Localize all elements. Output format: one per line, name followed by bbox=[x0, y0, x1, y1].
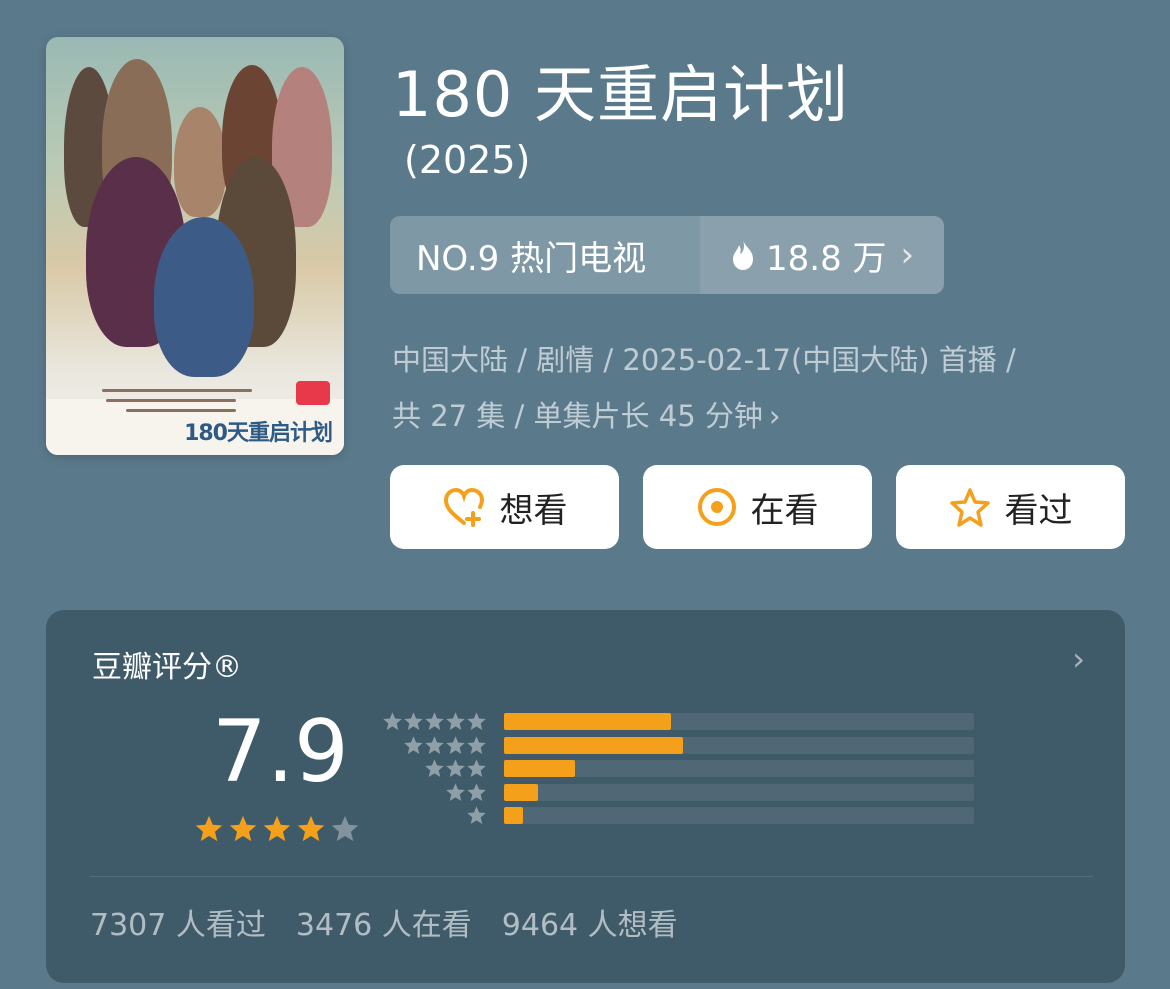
star-icon bbox=[425, 735, 444, 754]
distribution-track bbox=[504, 760, 974, 777]
distribution-bar bbox=[504, 807, 523, 824]
distribution-stars bbox=[466, 805, 487, 826]
chevron-right-icon: › bbox=[768, 399, 781, 433]
poster-badge bbox=[296, 381, 330, 405]
star-icon bbox=[467, 735, 486, 754]
star-icon bbox=[446, 735, 465, 754]
distribution-track bbox=[504, 783, 974, 801]
distribution-row bbox=[382, 710, 982, 734]
star-icon bbox=[229, 815, 257, 842]
star-icon bbox=[331, 815, 359, 842]
rank-banner[interactable]: NO.9 热门电视 18.8 万 › bbox=[390, 216, 944, 294]
star-icon bbox=[467, 759, 486, 777]
heat-count[interactable]: 18.8 万 › bbox=[700, 216, 944, 294]
distribution-row bbox=[382, 757, 982, 781]
distribution-row bbox=[382, 734, 982, 758]
distribution-track bbox=[504, 807, 974, 824]
rating-stars bbox=[194, 814, 360, 844]
poster-logo: 180天重启计划 bbox=[184, 421, 333, 446]
rank-label: NO.9 热门电视 bbox=[390, 216, 700, 294]
poster-figure bbox=[174, 107, 226, 217]
star-icon bbox=[297, 815, 325, 842]
meta-line-1: 中国大陆 / 剧情 / 2025-02-17(中国大陆) 首播 / bbox=[392, 343, 1016, 377]
watching-button[interactable]: 在看 bbox=[643, 465, 872, 549]
show-meta[interactable]: 中国大陆 / 剧情 / 2025-02-17(中国大陆) 首播 / 共 27 集… bbox=[392, 332, 1132, 444]
distribution-bar bbox=[504, 783, 538, 801]
want-to-watch-label: 想看 bbox=[499, 490, 568, 531]
star-icon bbox=[446, 759, 465, 777]
page-title: 180 天重启计划 bbox=[392, 58, 850, 131]
star-icon bbox=[446, 712, 465, 730]
meta-line-2: 共 27 集 / 单集片长 45 分钟 › bbox=[392, 388, 1132, 444]
star-icon bbox=[383, 712, 402, 730]
want-to-watch-button[interactable]: 想看 bbox=[390, 465, 619, 549]
star-outline-icon bbox=[949, 488, 990, 527]
chevron-right-icon[interactable]: › bbox=[1072, 640, 1085, 678]
star-icon bbox=[195, 815, 223, 842]
rating-panel[interactable]: 豆瓣评分® › 7.9 7307 人看过 3476 人在看 9464 人想看 bbox=[46, 610, 1125, 983]
distribution-bar bbox=[504, 736, 683, 754]
watching-count[interactable]: 3476 人在看 bbox=[296, 900, 472, 944]
watched-count[interactable]: 7307 人看过 bbox=[90, 900, 266, 944]
rating-title: 豆瓣评分® bbox=[92, 650, 242, 685]
distribution-row bbox=[382, 781, 982, 805]
target-icon bbox=[697, 488, 736, 526]
rating-score: 7.9 bbox=[212, 702, 349, 802]
distribution-stars bbox=[445, 782, 487, 803]
heat-value: 18.8 万 bbox=[766, 238, 887, 279]
distribution-track bbox=[504, 713, 974, 730]
distribution-row bbox=[382, 804, 982, 828]
distribution-bar bbox=[504, 713, 671, 730]
watched-label: 看过 bbox=[1004, 490, 1073, 531]
want-count[interactable]: 9464 人想看 bbox=[502, 900, 678, 944]
watched-button[interactable]: 看过 bbox=[896, 465, 1125, 549]
watch-stats: 7307 人看过 3476 人在看 9464 人想看 bbox=[90, 900, 678, 944]
distribution-bar bbox=[504, 760, 576, 777]
star-icon bbox=[425, 759, 444, 777]
star-icon bbox=[425, 712, 444, 730]
distribution-stars bbox=[382, 711, 487, 732]
star-icon bbox=[467, 782, 486, 801]
chevron-right-icon: › bbox=[900, 235, 915, 275]
distribution-track bbox=[504, 736, 974, 754]
flame-icon bbox=[733, 240, 753, 270]
heart-plus-icon bbox=[443, 487, 484, 527]
poster-credit-line bbox=[126, 409, 236, 412]
divider bbox=[90, 876, 1093, 877]
watching-label: 在看 bbox=[750, 490, 819, 531]
action-buttons: 想看 在看 看过 bbox=[390, 465, 1125, 549]
rating-distribution bbox=[382, 710, 982, 828]
star-icon bbox=[404, 735, 423, 754]
poster-image[interactable]: 180天重启计划 bbox=[46, 37, 344, 455]
star-icon bbox=[467, 806, 486, 824]
star-icon bbox=[467, 712, 486, 730]
poster-figure bbox=[154, 217, 254, 377]
meta-line-2-text: 共 27 集 / 单集片长 45 分钟 bbox=[392, 399, 763, 433]
star-icon bbox=[263, 815, 291, 842]
release-year: (2025) bbox=[404, 138, 531, 182]
poster-credit-line bbox=[106, 399, 236, 402]
distribution-stars bbox=[424, 758, 487, 779]
poster-credit-line bbox=[102, 389, 252, 392]
star-icon bbox=[404, 712, 423, 730]
distribution-stars bbox=[403, 735, 487, 756]
star-icon bbox=[446, 782, 465, 801]
